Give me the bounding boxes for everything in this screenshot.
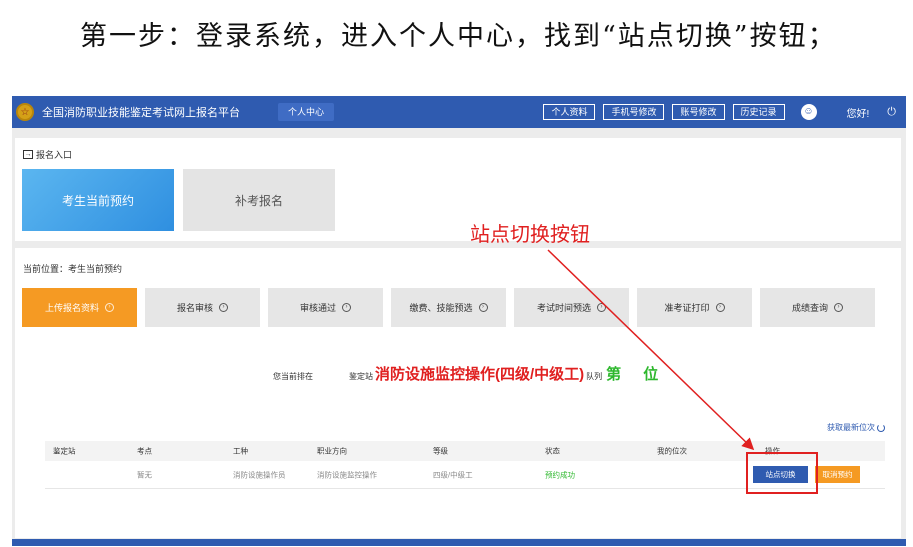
chevron-right-icon: › bbox=[597, 303, 606, 312]
col-job: 工种 bbox=[233, 446, 248, 456]
chevron-right-icon: › bbox=[342, 303, 351, 312]
refresh-rank-link[interactable]: 获取最新位次 bbox=[827, 422, 885, 433]
emblem-logo: ☆ bbox=[16, 103, 34, 121]
cell-status: 预约成功 bbox=[545, 470, 575, 479]
cell-level: 四级/中级工 bbox=[433, 470, 473, 479]
greeting-text: 您好! bbox=[846, 108, 870, 120]
chevron-right-icon: › bbox=[834, 303, 843, 312]
queue-status: 您当前排在 鉴定站 消防设施监控操作(四级/中级工) 队列 第 位 bbox=[273, 363, 658, 384]
current-appointment-tile[interactable]: 考生当前预约 bbox=[22, 169, 174, 231]
col-direction: 职业方向 bbox=[317, 446, 347, 456]
col-rank: 我的位次 bbox=[657, 446, 687, 456]
login-arrow-icon: → bbox=[23, 150, 33, 159]
position-suffix: 位 bbox=[643, 366, 659, 383]
step-label: 上传报名资料 bbox=[44, 303, 99, 313]
nav-personal-center[interactable]: 个人中心 bbox=[278, 103, 335, 121]
top-navigation-bar: ☆ 全国消防职业技能鉴定考试网上报名平台 个人中心 个人资料 手机号修改 账号修… bbox=[12, 96, 906, 128]
registration-entry-panel: → 报名入口 考生当前预约 补考报名 bbox=[15, 138, 901, 241]
history-button[interactable]: 历史记录 bbox=[732, 104, 785, 120]
step-label: 缴费、技能预选 bbox=[409, 303, 473, 313]
col-site: 考点 bbox=[137, 446, 152, 456]
step-label: 审核通过 bbox=[299, 303, 336, 313]
change-phone-button[interactable]: 手机号修改 bbox=[603, 104, 665, 120]
power-icon[interactable]: ⏻ bbox=[887, 106, 896, 119]
instruction-caption: 第一步：登录系统，进入个人中心，找到“站点切换”按钮； bbox=[80, 21, 837, 52]
cell-job: 消防设施操作员 bbox=[233, 470, 286, 479]
appointment-panel: 当前位置：考生当前预约 上传报名资料 › 报名审核 › 审核通过 › 缴费、技能预选 ›… bbox=[15, 248, 901, 538]
step-label: 考试时间预选 bbox=[536, 303, 591, 313]
chevron-right-icon: › bbox=[105, 303, 114, 312]
entry-heading: → 报名入口 bbox=[23, 148, 72, 161]
profile-button[interactable]: 个人资料 bbox=[543, 104, 596, 120]
site-title: 全国消防职业技能鉴定考试网上报名平台 bbox=[42, 107, 240, 119]
station-label: 鉴定站 bbox=[349, 372, 373, 381]
step-label: 报名审核 bbox=[176, 303, 213, 313]
chevron-right-icon: › bbox=[715, 303, 725, 312]
queue-prefix: 您当前排在 bbox=[273, 372, 313, 381]
queue-label: 队列 bbox=[586, 372, 603, 381]
cell-direction: 消防设施监控操作 bbox=[317, 470, 377, 479]
step-admission-ticket[interactable]: 准考证打印 › bbox=[637, 288, 752, 327]
breadcrumb: 当前位置：考生当前预约 bbox=[23, 264, 123, 274]
bottom-bar bbox=[12, 539, 906, 546]
step-approved[interactable]: 审核通过 › bbox=[268, 288, 383, 327]
avatar-icon[interactable]: ☺ bbox=[800, 104, 817, 120]
cancel-appointment-button[interactable]: 取消预约 bbox=[815, 466, 860, 483]
refresh-icon bbox=[877, 423, 885, 432]
top-right-actions: 个人资料 手机号修改 账号修改 历史记录 ☺ 您好! ⏻ bbox=[543, 96, 896, 128]
cell-site: 暂无 bbox=[137, 470, 152, 479]
makeup-exam-tile[interactable]: 补考报名 bbox=[183, 169, 335, 231]
step-label: 准考证打印 bbox=[664, 303, 710, 313]
step-upload[interactable]: 上传报名资料 › bbox=[22, 288, 137, 327]
step-scores[interactable]: 成绩查询 › bbox=[760, 288, 875, 327]
step-label: 成绩查询 bbox=[791, 303, 828, 313]
entry-heading-label: 报名入口 bbox=[36, 150, 73, 160]
annotation-label: 站点切换按钮 bbox=[470, 224, 590, 246]
position-prefix: 第 bbox=[606, 366, 622, 383]
annotation-highlight-box bbox=[746, 452, 818, 494]
chevron-right-icon: › bbox=[478, 303, 488, 312]
change-account-button[interactable]: 账号修改 bbox=[672, 104, 725, 120]
progress-steps: 上传报名资料 › 报名审核 › 审核通过 › 缴费、技能预选 › 考试时间预选 › 准考证… bbox=[22, 288, 875, 327]
chevron-right-icon: › bbox=[219, 303, 228, 312]
col-level: 等级 bbox=[433, 446, 448, 456]
station-value: 消防设施监控操作(四级/中级工) bbox=[375, 366, 585, 383]
col-station: 鉴定站 bbox=[53, 446, 76, 456]
step-review[interactable]: 报名审核 › bbox=[145, 288, 260, 327]
step-payment[interactable]: 缴费、技能预选 › bbox=[391, 288, 506, 327]
col-status: 状态 bbox=[545, 446, 560, 456]
refresh-label: 获取最新位次 bbox=[827, 423, 875, 432]
step-exam-time[interactable]: 考试时间预选 › bbox=[514, 288, 629, 327]
